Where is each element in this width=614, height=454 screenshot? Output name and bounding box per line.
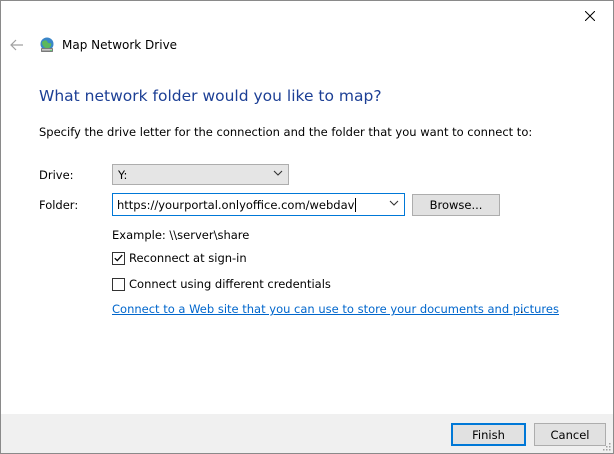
folder-input-value: https://yourportal.onlyoffice.com/webdav [117, 197, 355, 212]
drive-select[interactable]: Y: [112, 164, 289, 185]
page-heading: What network folder would you like to ma… [39, 87, 382, 105]
finish-button[interactable]: Finish [451, 423, 526, 446]
web-site-link-period: . [520, 302, 524, 316]
network-drive-icon [40, 37, 54, 52]
credentials-row[interactable]: Connect using different credentials [112, 277, 331, 291]
dialog-footer: Finish Cancel [1, 414, 613, 453]
reconnect-checkbox[interactable] [112, 251, 125, 265]
dialog-header: Map Network Drive [9, 34, 177, 56]
back-arrow-icon [10, 39, 23, 51]
cancel-button[interactable]: Cancel [534, 423, 606, 446]
map-network-drive-dialog: Map Network Drive What network folder wo… [0, 0, 614, 454]
web-site-link[interactable]: Connect to a Web site that you can use t… [112, 302, 559, 316]
checkmark-icon [114, 254, 123, 262]
close-icon [585, 11, 595, 21]
instruction-text: Specify the drive letter for the connect… [39, 125, 533, 139]
resize-grip-icon[interactable] [601, 441, 611, 451]
window-title: Map Network Drive [62, 38, 178, 52]
example-text: Example: \\server\share [112, 228, 250, 242]
folder-input[interactable]: https://yourportal.onlyoffice.com/webdav [112, 193, 405, 216]
browse-button[interactable]: Browse... [412, 194, 500, 216]
chevron-down-icon [273, 170, 283, 176]
reconnect-row[interactable]: Reconnect at sign-in [112, 251, 247, 265]
different-credentials-checkbox[interactable] [112, 277, 125, 291]
folder-label: Folder: [39, 198, 79, 212]
chevron-down-icon[interactable] [389, 200, 399, 207]
text-caret [355, 197, 357, 212]
drive-select-value: Y: [118, 167, 128, 182]
drive-label: Drive: [39, 168, 74, 182]
reconnect-label[interactable]: Reconnect at sign-in [129, 251, 247, 265]
close-button[interactable] [567, 1, 613, 31]
back-button[interactable] [9, 37, 25, 53]
different-credentials-label[interactable]: Connect using different credentials [129, 277, 331, 291]
